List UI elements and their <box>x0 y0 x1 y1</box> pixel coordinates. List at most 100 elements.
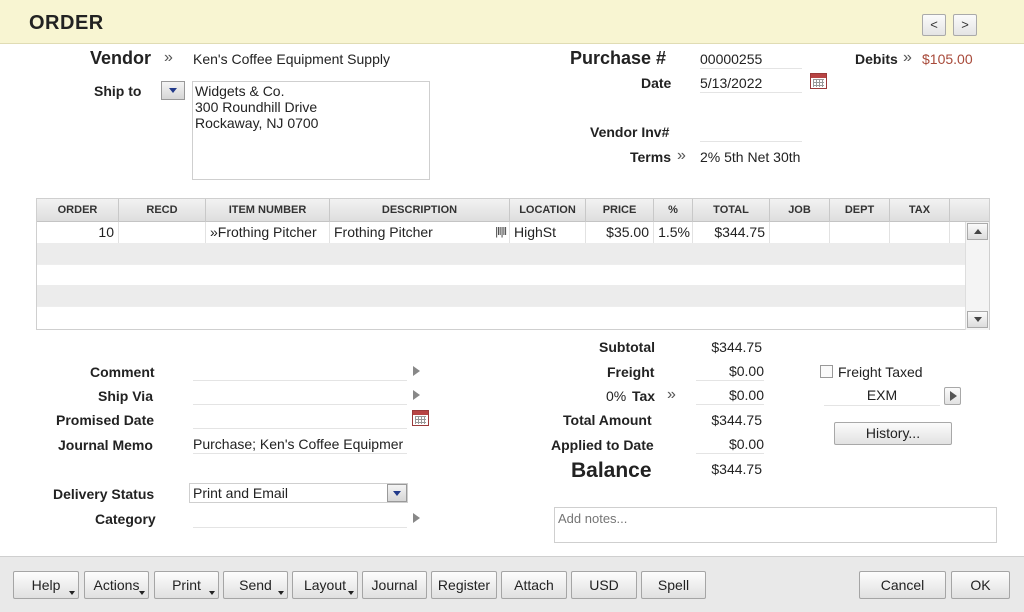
ok-button[interactable]: OK <box>951 571 1010 599</box>
category-field[interactable] <box>193 510 407 528</box>
cell-item-number[interactable]: »Frothing Pitcher <box>206 222 330 243</box>
attach-button[interactable]: Attach <box>501 571 567 599</box>
bottom-toolbar: Help Actions Print Send Layout Journal R… <box>0 556 1024 612</box>
applied-to-date-value: $0.00 <box>696 436 764 454</box>
line-items-table: ORDER RECD ITEM NUMBER DESCRIPTION LOCAT… <box>36 198 990 330</box>
date-label: Date <box>641 75 672 91</box>
cell-tax[interactable] <box>890 222 950 243</box>
column-header-dept[interactable]: DEPT <box>830 199 890 222</box>
column-header-tax[interactable]: TAX <box>890 199 950 222</box>
print-button[interactable]: Print <box>154 571 219 599</box>
chevron-down-icon <box>169 88 177 93</box>
table-row[interactable]: 10 »Frothing Pitcher Frothing Pitcher |‖… <box>37 222 967 243</box>
notes-input[interactable] <box>554 507 997 543</box>
purchase-number-field[interactable]: 00000255 <box>700 51 802 69</box>
item-lookup-chevron[interactable]: » <box>210 224 218 240</box>
column-header-recd[interactable]: RECD <box>119 199 206 222</box>
freight-taxed-checkbox[interactable] <box>820 365 833 378</box>
cell-location[interactable]: HighSt <box>510 222 586 243</box>
help-button-label: Help <box>31 577 61 593</box>
ship-to-dropdown[interactable] <box>161 81 185 100</box>
terms-value: 2% 5th Net 30th <box>700 149 801 165</box>
debits-chevron[interactable]: » <box>903 49 912 67</box>
delivery-status-value: Print and Email <box>193 485 288 501</box>
table-header: ORDER RECD ITEM NUMBER DESCRIPTION LOCAT… <box>37 199 989 222</box>
calendar-icon[interactable] <box>810 73 827 89</box>
currency-button[interactable]: USD <box>571 571 637 599</box>
next-record-button[interactable]: > <box>953 14 977 36</box>
previous-record-button[interactable]: < <box>922 14 946 36</box>
delivery-status-label: Delivery Status <box>53 486 155 502</box>
debits-label: Debits <box>855 51 898 67</box>
vendor-lookup-chevron[interactable]: » <box>164 49 173 67</box>
layout-button[interactable]: Layout <box>292 571 358 599</box>
cell-recd[interactable] <box>119 222 206 243</box>
vendor-name[interactable]: Ken's Coffee Equipment Supply <box>193 51 390 67</box>
scroll-down-button[interactable] <box>967 311 988 328</box>
delivery-status-dropdown-button[interactable] <box>387 484 407 502</box>
address-line: Rockaway, NJ 0700 <box>195 115 319 131</box>
column-header-price[interactable]: PRICE <box>586 199 654 222</box>
tax-rate: 0% <box>606 388 627 404</box>
cell-total[interactable]: $344.75 <box>693 222 770 243</box>
balance-label: Balance <box>571 459 652 482</box>
item-number-text: Frothing Pitcher <box>217 224 317 240</box>
cell-order[interactable]: 10 <box>37 222 119 243</box>
journal-memo-field[interactable]: Purchase; Ken's Coffee Equipmer <box>193 436 407 454</box>
column-header-job[interactable]: JOB <box>770 199 830 222</box>
column-header-item-number[interactable]: ITEM NUMBER <box>206 199 330 222</box>
calendar-icon[interactable] <box>412 410 429 426</box>
freight-field[interactable]: $0.00 <box>696 363 764 381</box>
date-field[interactable]: 5/13/2022 <box>700 75 802 93</box>
cancel-button[interactable]: Cancel <box>859 571 946 599</box>
vendor-invoice-label: Vendor Inv# <box>590 124 670 140</box>
ship-to-address[interactable]: Widgets & Co. 300 Roundhill Drive Rockaw… <box>192 81 430 180</box>
chevron-down-icon <box>973 317 982 322</box>
ship-via-field[interactable] <box>193 387 407 405</box>
table-scrollbar[interactable] <box>965 222 989 330</box>
chevron-down-icon <box>209 591 215 595</box>
column-header-total[interactable]: TOTAL <box>693 199 770 222</box>
table-row-empty[interactable] <box>37 264 967 285</box>
table-row-empty[interactable] <box>37 306 967 327</box>
tax-chevron[interactable]: » <box>667 386 676 404</box>
tax-code-field[interactable]: EXM <box>824 387 940 406</box>
history-button[interactable]: History... <box>834 422 952 445</box>
terms-chevron[interactable]: » <box>677 147 686 165</box>
address-line: Widgets & Co. <box>195 83 285 99</box>
cell-price[interactable]: $35.00 <box>586 222 654 243</box>
purchase-number-label: Purchase # <box>570 48 667 68</box>
column-header-order[interactable]: ORDER <box>37 199 119 222</box>
column-header-percent[interactable]: % <box>654 199 693 222</box>
barcode-icon[interactable]: |‖|‖ <box>495 222 507 243</box>
cell-dept[interactable] <box>830 222 890 243</box>
column-header-location[interactable]: LOCATION <box>510 199 586 222</box>
spell-button[interactable]: Spell <box>641 571 706 599</box>
promised-date-field[interactable] <box>193 411 407 429</box>
cell-description[interactable]: Frothing Pitcher |‖|‖ <box>330 222 510 243</box>
tax-field[interactable]: $0.00 <box>696 387 764 405</box>
cell-job[interactable] <box>770 222 830 243</box>
table-row-empty[interactable] <box>37 285 967 306</box>
comment-expand-icon[interactable] <box>413 366 420 376</box>
comment-field[interactable] <box>193 363 407 381</box>
category-expand-icon[interactable] <box>413 513 420 523</box>
actions-button[interactable]: Actions <box>84 571 149 599</box>
register-button[interactable]: Register <box>431 571 497 599</box>
cell-percent[interactable]: 1.5% <box>654 222 693 243</box>
comment-label: Comment <box>90 364 155 380</box>
column-header-description[interactable]: DESCRIPTION <box>330 199 510 222</box>
table-row-empty[interactable] <box>37 243 967 264</box>
send-button-label: Send <box>239 577 272 593</box>
journal-button[interactable]: Journal <box>362 571 427 599</box>
tax-code-button[interactable] <box>944 387 961 405</box>
scroll-up-button[interactable] <box>967 223 988 240</box>
help-button[interactable]: Help <box>13 571 79 599</box>
ship-via-expand-icon[interactable] <box>413 390 420 400</box>
send-button[interactable]: Send <box>223 571 288 599</box>
delivery-status-select[interactable]: Print and Email <box>189 483 408 503</box>
vendor-label: Vendor <box>90 48 152 68</box>
address-line: 300 Roundhill Drive <box>195 99 318 115</box>
ship-via-label: Ship Via <box>98 388 153 404</box>
vendor-invoice-field[interactable] <box>700 124 802 142</box>
